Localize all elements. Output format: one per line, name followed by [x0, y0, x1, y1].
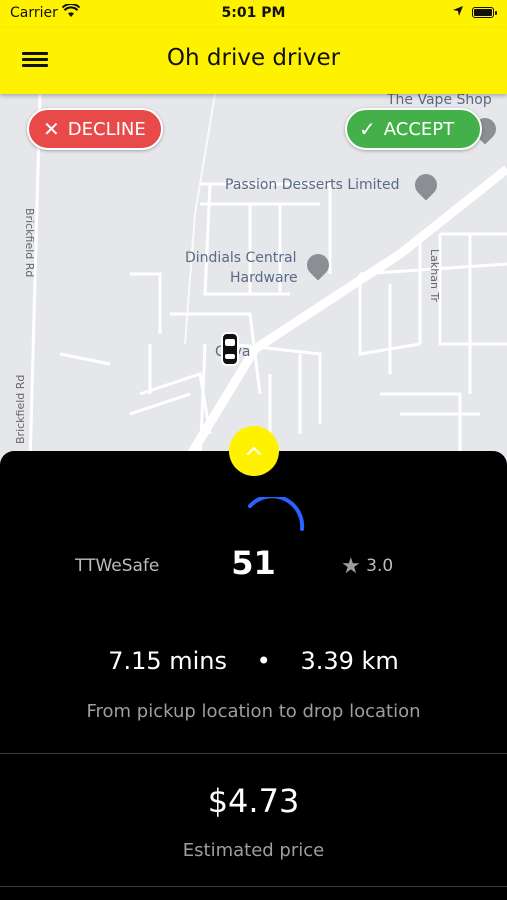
map-label-passion-desserts: Passion Desserts Limited [225, 177, 400, 193]
trip-duration: 7.15 mins [108, 647, 228, 675]
status-bar: Carrier 5:01 PM [0, 0, 507, 28]
map-label-dindials-2: Hardware [230, 270, 298, 286]
countdown-timer: 51 [231, 544, 276, 582]
clock: 5:01 PM [221, 5, 286, 21]
countdown-spinner [248, 497, 305, 531]
expand-panel-button[interactable] [229, 426, 279, 476]
chevron-up-icon [247, 446, 261, 455]
map-label-vape-shop: The Vape Shop [387, 94, 492, 108]
divider [0, 886, 507, 887]
app-header: Oh drive driver [0, 28, 507, 94]
page-title: Oh drive driver [166, 45, 341, 71]
divider [0, 753, 507, 754]
star-icon: ★ [341, 554, 361, 579]
separator-dot: • [256, 647, 271, 675]
check-icon: ✓ [359, 117, 376, 141]
battery-icon [472, 7, 497, 18]
trip-caption: From pickup location to drop location [86, 701, 421, 722]
accept-button[interactable]: ✓ ACCEPT [345, 108, 482, 150]
close-icon: ✕ [43, 117, 60, 141]
trip-stats: 7.15 mins • 3.39 km [0, 647, 507, 675]
car-icon [221, 332, 239, 366]
rating-value: 3.0 [366, 556, 394, 576]
map-label-lakhan: Lakhan Tr [428, 249, 441, 303]
location-arrow-icon [452, 5, 464, 21]
map-label-brickfield-bottom: Brickfield Rd [14, 374, 27, 444]
decline-label: DECLINE [67, 118, 146, 140]
estimated-price: $4.73 [207, 782, 300, 820]
accept-label: ACCEPT [383, 118, 455, 140]
rider-rating: ★ 3.0 [341, 554, 393, 579]
decline-button[interactable]: ✕ DECLINE [27, 108, 163, 150]
trip-distance: 3.39 km [300, 647, 399, 675]
price-caption: Estimated price [182, 840, 325, 861]
map-label-brickfield-top: Brickfield Rd [23, 208, 36, 278]
map-label-dindials-1: Dindials Central [185, 250, 297, 266]
